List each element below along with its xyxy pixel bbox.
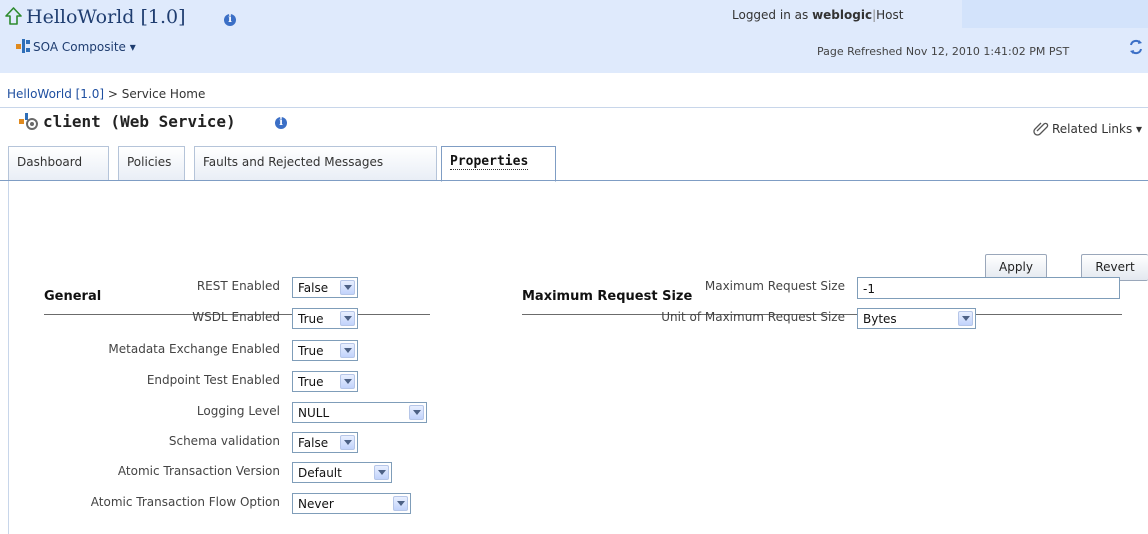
refresh-icon[interactable] [1128, 39, 1144, 58]
logged-in-label: Logged in as [732, 8, 809, 22]
chevron-down-icon [340, 343, 355, 358]
host-link[interactable]: Host [876, 8, 903, 22]
wsdl-enabled-select[interactable]: True [292, 308, 358, 329]
max-request-size-label: Maximum Request Size [704, 279, 845, 293]
schema-validation-value: False [298, 436, 329, 450]
web-service-icon [19, 113, 39, 134]
atomic-tx-flow-value: Never [298, 497, 334, 511]
chevron-down-icon [340, 435, 355, 450]
logging-level-label: Logging Level [196, 404, 280, 418]
metadata-exchange-label: Metadata Exchange Enabled [108, 342, 280, 356]
tab-dashboard-label: Dashboard [17, 155, 83, 169]
related-links-label: Related Links ▾ [1052, 122, 1143, 136]
chevron-down-icon [340, 311, 355, 326]
user-name[interactable]: weblogic [812, 8, 872, 22]
chevron-down-icon [340, 374, 355, 389]
chevron-down-icon [374, 465, 389, 480]
logging-level-value: NULL [298, 406, 330, 420]
endpoint-test-select[interactable]: True [292, 371, 358, 392]
tab-faults-rejected[interactable]: Faults and Rejected Messages [194, 146, 437, 180]
header-user-area [962, 0, 1148, 28]
tab-dashboard[interactable]: Dashboard [8, 146, 109, 180]
wsdl-enabled-label: WSDL Enabled [192, 310, 280, 324]
divider [0, 107, 1148, 108]
metadata-exchange-value: True [298, 344, 324, 358]
composite-icon [16, 39, 30, 56]
atomic-tx-version-label: Atomic Transaction Version [117, 464, 280, 478]
metadata-exchange-select[interactable]: True [292, 340, 358, 361]
tab-policies-label: Policies [127, 155, 172, 169]
tab-properties-label: Properties [450, 154, 529, 170]
rest-enabled-select[interactable]: False [292, 277, 358, 298]
tab-faults-label: Faults and Rejected Messages [203, 155, 384, 169]
content-border [8, 181, 9, 534]
atomic-tx-version-select[interactable]: Default [292, 462, 392, 483]
unit-max-request-value: Bytes [863, 312, 897, 326]
unit-max-request-label: Unit of Maximum Request Size [661, 310, 845, 324]
rest-enabled-row-label: REST Enabled [196, 279, 280, 293]
unit-max-request-select[interactable]: Bytes [857, 308, 976, 329]
page-refreshed-text: Page Refreshed Nov 12, 2010 1:41:02 PM P… [817, 45, 1070, 58]
chevron-down-icon [340, 280, 355, 295]
schema-validation-label: Schema validation [168, 434, 280, 448]
schema-validation-select[interactable]: False [292, 432, 358, 453]
tab-underline [0, 180, 1148, 181]
soa-composite-menu-label: SOA Composite ▾ [33, 40, 136, 54]
composite-title: HelloWorld [1.0] [26, 6, 186, 28]
chevron-down-icon [409, 405, 424, 420]
paperclip-icon [1033, 120, 1049, 139]
endpoint-test-label: Endpoint Test Enabled [146, 373, 280, 387]
atomic-tx-flow-select[interactable]: Never [292, 493, 411, 514]
wsdl-enabled-value: True [298, 312, 324, 326]
tab-properties[interactable]: Properties [441, 146, 556, 182]
atomic-tx-version-value: Default [298, 466, 342, 480]
chevron-down-icon [393, 496, 408, 511]
endpoint-test-value: True [298, 375, 324, 389]
max-request-size-input[interactable]: -1 [857, 277, 1120, 299]
breadcrumb-separator: > [104, 87, 122, 101]
soa-composite-menu[interactable]: SOA Composite ▾ [16, 39, 136, 56]
info-icon[interactable]: i [275, 115, 287, 129]
home-arrow-icon[interactable] [5, 7, 22, 28]
rest-enabled-value: False [298, 281, 329, 295]
chevron-down-icon [958, 311, 973, 326]
related-links-menu[interactable]: Related Links ▾ [1033, 120, 1142, 139]
breadcrumb-current: Service Home [121, 87, 206, 101]
atomic-tx-flow-label: Atomic Transaction Flow Option [90, 495, 280, 509]
breadcrumb: HelloWorld [1.0] > Service Home [7, 87, 205, 101]
breadcrumb-link-composite[interactable]: HelloWorld [1.0] [7, 87, 104, 101]
logging-level-select[interactable]: NULL [292, 402, 427, 423]
login-status: Logged in as weblogic|Host [732, 8, 903, 22]
tab-policies[interactable]: Policies [118, 146, 185, 180]
info-icon[interactable]: i [224, 12, 236, 26]
page-title: client (Web Service) [43, 112, 236, 131]
